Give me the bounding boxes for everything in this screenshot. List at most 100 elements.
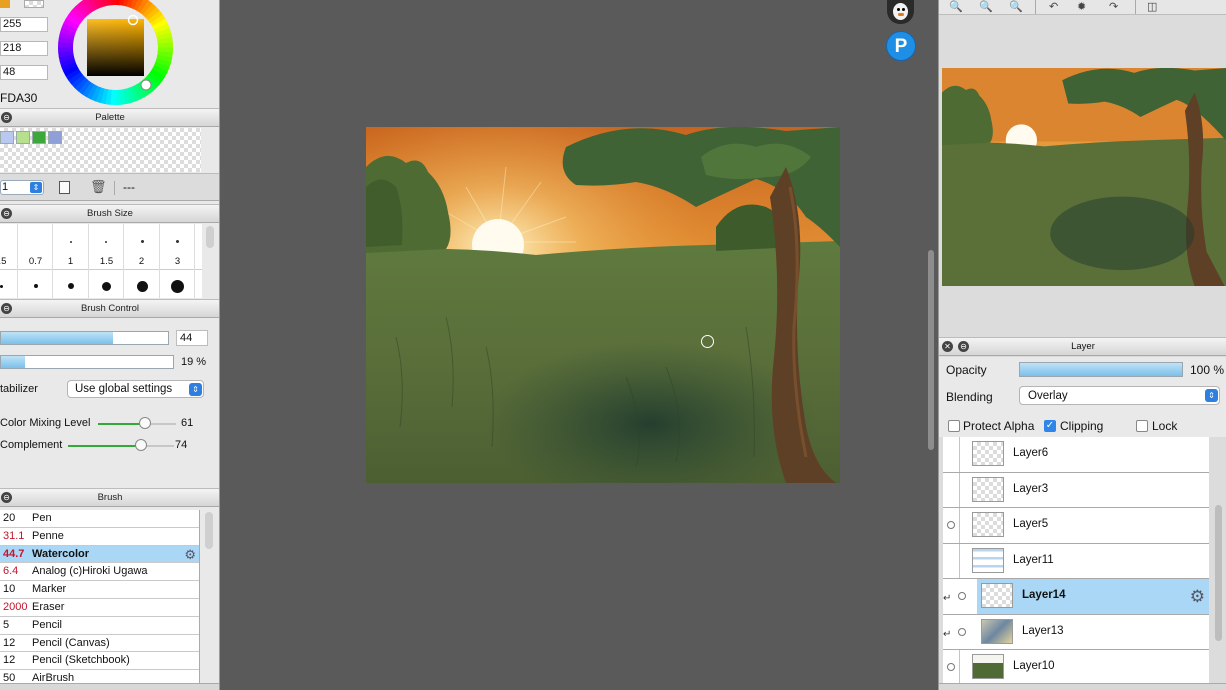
brush-list-item[interactable]: 5 Pencil xyxy=(0,617,199,635)
protect-alpha-checkbox[interactable] xyxy=(948,420,960,432)
stabilizer-select[interactable]: Use global settings ⇕ xyxy=(67,380,204,398)
layer-row[interactable]: Layer5 xyxy=(943,508,1209,544)
brush-list-scrollbar[interactable] xyxy=(205,512,213,549)
drawing-canvas[interactable] xyxy=(366,127,840,483)
layer-row[interactable]: Layer10 xyxy=(943,650,1209,686)
blue-value-field[interactable]: 48 xyxy=(0,65,48,80)
brush-size-title: Brush Size xyxy=(87,208,133,219)
brush-list-item[interactable]: 6.4 Analog (c)Hiroki Ugawa xyxy=(0,563,199,582)
zoom-out-icon[interactable]: 🔍 xyxy=(979,0,993,13)
layer-row[interactable]: Layer6 xyxy=(943,437,1209,473)
layer-row[interactable]: Layer3 xyxy=(943,472,1209,508)
brush-list-item[interactable]: 20 Pen xyxy=(0,510,199,528)
navigator-preview[interactable] xyxy=(942,68,1226,286)
canvas-vertical-scrollbar[interactable] xyxy=(928,250,934,450)
palette-swatch[interactable] xyxy=(48,131,62,144)
brush-list-item[interactable]: 2000 Eraser xyxy=(0,599,199,617)
brush-header[interactable]: ⊖ Brush xyxy=(0,488,219,507)
collapse-icon[interactable]: ⊖ xyxy=(1,303,12,314)
landscape-painting[interactable] xyxy=(366,127,840,483)
clipping-checkbox[interactable]: ✓ xyxy=(1044,420,1056,432)
brush-list-item[interactable]: 31.1 Penne xyxy=(0,528,199,546)
brush-size-label[interactable]: 1 xyxy=(53,256,88,267)
eye-icon[interactable] xyxy=(947,663,955,671)
brush-size-dot[interactable] xyxy=(68,283,74,289)
layer-row-selected[interactable]: ↵ Layer14 ⚙ xyxy=(943,579,1209,615)
layer-panel-header[interactable]: ✕ ⊖ Layer xyxy=(939,337,1226,356)
collapse-icon[interactable]: ⊖ xyxy=(1,112,12,123)
brush-list-item[interactable]: 12 Pencil (Canvas) xyxy=(0,635,199,653)
brush-size-label[interactable]: 1.5 xyxy=(89,256,124,267)
zoom-reset-icon[interactable]: 🔍 xyxy=(1009,0,1023,13)
brush-bottom-bar xyxy=(0,683,219,690)
blending-select[interactable]: Overlay ⇕ xyxy=(1019,386,1220,405)
brush-size-dot[interactable] xyxy=(34,284,38,288)
rotate-left-icon[interactable]: ↶ xyxy=(1049,0,1058,13)
brush-size-label[interactable]: 3 xyxy=(160,256,195,267)
brush-list-item[interactable]: 12 Pencil (Sketchbook) xyxy=(0,652,199,671)
brush-size-dot[interactable] xyxy=(171,280,184,293)
brush-size-dot[interactable] xyxy=(0,285,3,288)
blending-label: Blending xyxy=(946,390,993,404)
brush-size-preview xyxy=(141,240,144,243)
gear-icon[interactable]: ⚙ xyxy=(184,546,196,563)
palette-swatch[interactable] xyxy=(0,131,14,144)
clipping-indicator-icon: ↵ xyxy=(943,593,952,604)
transparent-color-icon[interactable] xyxy=(24,0,44,8)
opacity-slider[interactable] xyxy=(1019,362,1183,377)
trash-icon[interactable]: 🗑 xyxy=(90,179,107,195)
close-icon[interactable]: ✕ xyxy=(942,341,953,352)
brush-size-value[interactable]: 44 xyxy=(176,330,208,346)
eye-icon[interactable] xyxy=(947,521,955,529)
palette-select[interactable]: 1 ⇕ xyxy=(0,180,44,195)
brush-size-preview xyxy=(70,241,72,243)
divider xyxy=(1035,0,1036,14)
palette-swatch[interactable] xyxy=(16,131,30,144)
brush-name: Marker xyxy=(32,583,67,596)
brush-control-header[interactable]: ⊖ Brush Control xyxy=(0,299,219,318)
zoom-in-icon[interactable]: 🔍 xyxy=(949,0,963,13)
color-mixing-value: 61 xyxy=(181,417,194,429)
brush-list-item[interactable]: 10 Marker xyxy=(0,581,199,599)
brush-size-label[interactable]: 0.7 xyxy=(18,256,53,267)
palette-header[interactable]: ⊖ Palette xyxy=(0,108,219,127)
p-logo-icon[interactable]: P xyxy=(886,31,916,61)
color-mixing-knob[interactable] xyxy=(139,417,151,429)
opacity-value: 100 % xyxy=(1190,363,1225,377)
brush-size-label[interactable]: .5 xyxy=(0,256,20,267)
updown-icon: ⇕ xyxy=(1205,389,1218,402)
palette-swatch[interactable] xyxy=(32,131,46,144)
new-palette-icon[interactable] xyxy=(59,181,70,194)
collapse-icon[interactable]: ⊖ xyxy=(1,492,12,503)
eye-icon[interactable] xyxy=(958,627,966,636)
rotate-right-icon[interactable]: ↷ xyxy=(1109,0,1118,13)
brush-size-scrollbar[interactable] xyxy=(206,226,214,248)
penguin-avatar-icon[interactable] xyxy=(887,0,914,24)
collapse-icon[interactable]: ⊖ xyxy=(958,341,969,352)
complement-knob[interactable] xyxy=(135,439,147,451)
rotate-reset-icon[interactable]: ✹ xyxy=(1077,0,1086,13)
color-wheel[interactable] xyxy=(57,0,174,106)
brush-size-dot[interactable] xyxy=(137,281,148,292)
brush-list-item-selected[interactable]: 44.7 Watercolor ⚙ xyxy=(0,545,199,564)
brush-size-label[interactable]: 2 xyxy=(124,256,159,267)
eye-icon[interactable] xyxy=(958,592,966,600)
brush-size-header[interactable]: ⊖ Brush Size xyxy=(0,204,219,223)
brush-size-slider[interactable] xyxy=(0,331,169,345)
layer-name: Layer13 xyxy=(1022,624,1064,637)
red-value-field[interactable]: 255 xyxy=(0,17,48,32)
layer-thumbnail xyxy=(972,654,1004,679)
gear-icon[interactable]: ⚙ xyxy=(1190,587,1205,607)
layer-row[interactable]: ↵ Layer13 xyxy=(943,615,1209,650)
flip-horizontal-icon[interactable]: ◫ xyxy=(1147,0,1157,13)
lock-checkbox[interactable] xyxy=(1136,420,1148,432)
density-slider[interactable] xyxy=(0,355,174,369)
color-mode-icon[interactable] xyxy=(0,0,10,8)
layer-row[interactable]: Layer11 xyxy=(943,543,1209,579)
palette-grid[interactable] xyxy=(0,128,201,172)
collapse-icon[interactable]: ⊖ xyxy=(1,208,12,219)
navigator-toolbar: 🔍 🔍 🔍 ↶ ✹ ↷ ◫ xyxy=(939,0,1226,15)
green-value-field[interactable]: 218 xyxy=(0,41,48,56)
layer-list-scrollbar[interactable] xyxy=(1215,505,1222,641)
brush-size-dot[interactable] xyxy=(102,282,111,291)
